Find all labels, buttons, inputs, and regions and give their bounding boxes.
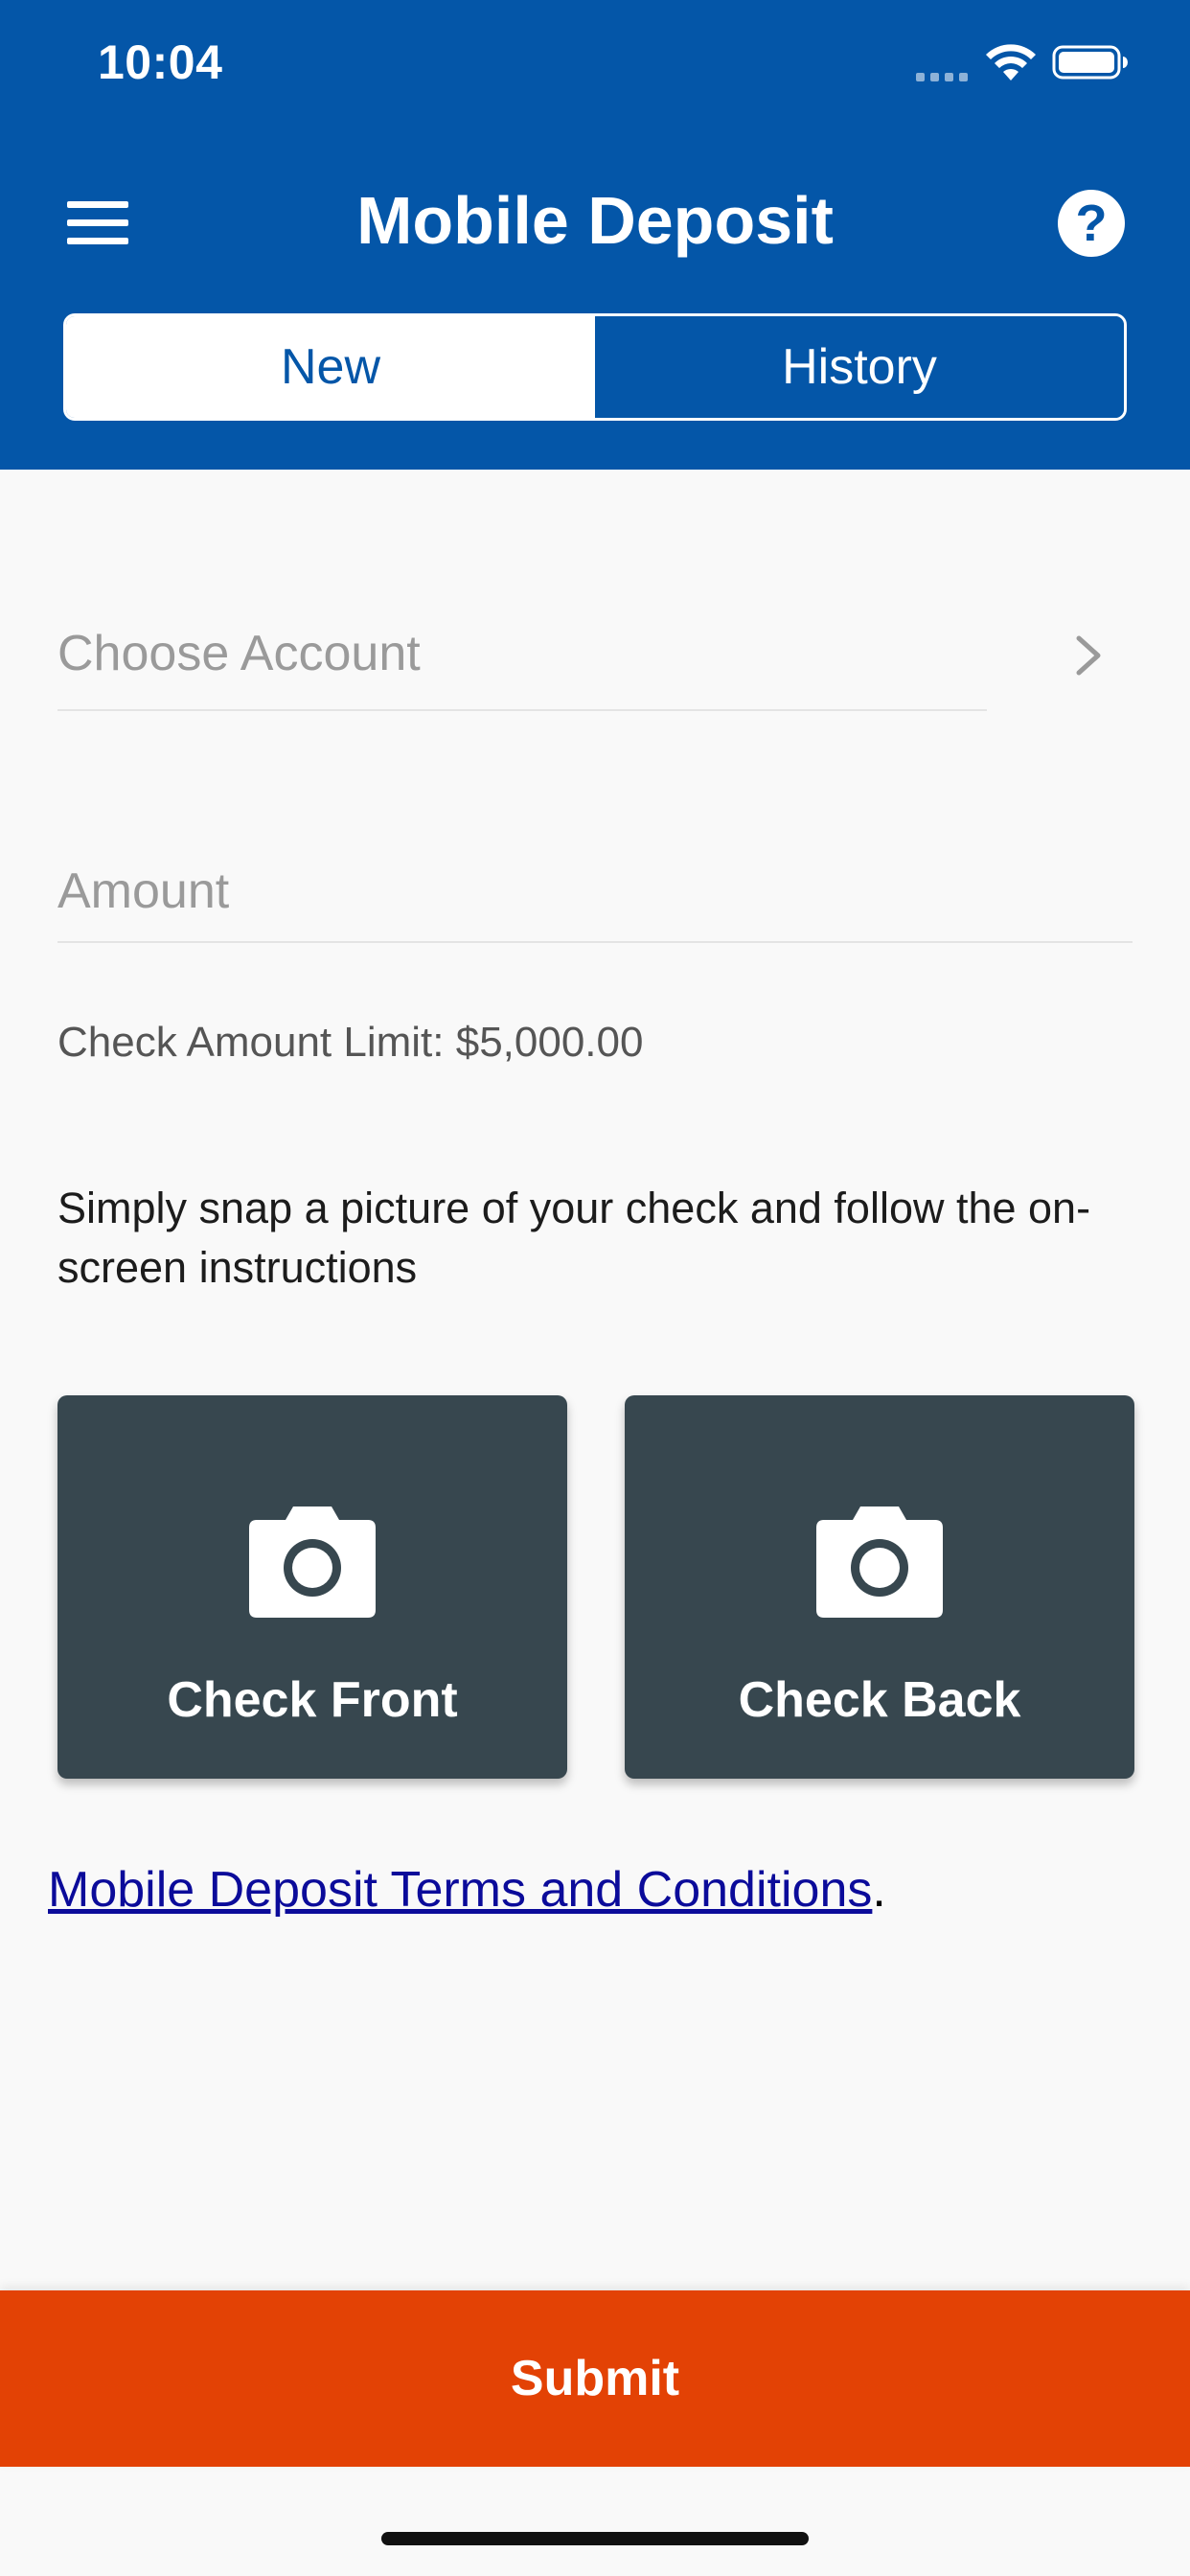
app-header: 10:04 Mobile Deposit ? New History xyxy=(0,0,1190,470)
deposit-instructions: Simply snap a picture of your check and … xyxy=(57,1184,1091,1292)
submit-button[interactable]: Submit xyxy=(0,2290,1190,2467)
tab-new[interactable]: New xyxy=(66,316,595,418)
terms-period: . xyxy=(872,1862,886,1918)
check-front-button[interactable]: Check Front xyxy=(57,1395,567,1779)
choose-account-field[interactable]: Choose Account xyxy=(57,613,987,711)
cellular-signal-icon xyxy=(916,69,973,86)
tab-switcher: New History xyxy=(63,313,1127,421)
wifi-icon xyxy=(986,44,1036,80)
check-back-label: Check Back xyxy=(738,1672,1021,1728)
terms-text: Mobile Deposit Terms and Conditions. xyxy=(48,1861,886,1919)
mobile-deposit-screen: 10:04 Mobile Deposit ? New History Choos… xyxy=(0,0,1190,2576)
home-indicator xyxy=(381,2532,809,2545)
help-icon[interactable]: ? xyxy=(1058,190,1125,257)
check-front-label: Check Front xyxy=(167,1672,458,1728)
choose-account-placeholder: Choose Account xyxy=(57,626,421,681)
amount-input[interactable] xyxy=(57,843,1133,939)
page-title: Mobile Deposit xyxy=(356,183,834,258)
chevron-right-icon[interactable] xyxy=(1071,632,1106,678)
check-amount-limit: Check Amount Limit: $5,000.00 xyxy=(57,1019,644,1066)
camera-icon xyxy=(816,1506,943,1618)
amount-field xyxy=(57,843,1133,943)
tab-history[interactable]: History xyxy=(595,316,1124,418)
status-time: 10:04 xyxy=(98,35,223,89)
battery-icon xyxy=(1052,45,1128,80)
terms-link[interactable]: Mobile Deposit Terms and Conditions xyxy=(48,1862,872,1918)
check-back-button[interactable]: Check Back xyxy=(625,1395,1134,1779)
camera-icon xyxy=(249,1506,376,1618)
